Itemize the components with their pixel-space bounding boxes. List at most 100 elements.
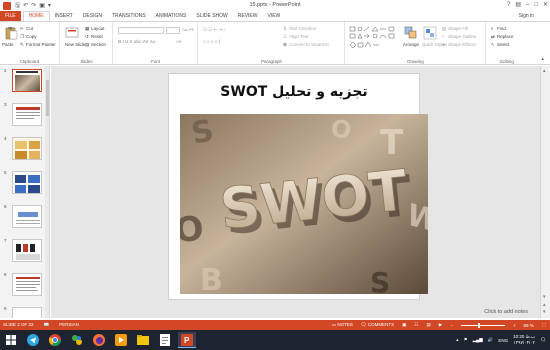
notes-placeholder[interactable]: Click to add notes [484,309,528,315]
language-indicator[interactable]: PERSIAN [59,322,79,328]
thumbnail-slide-6[interactable]: 6 [2,204,46,232]
paste-icon[interactable] [4,26,18,40]
tab-slide-show[interactable]: SLIDE SHOW [191,11,232,21]
thumbnail-slide-8[interactable]: 8 [2,272,46,300]
quick-styles-icon[interactable] [423,26,437,40]
tab-insert[interactable]: INSERT [50,11,78,21]
thumbnail-slide-5[interactable]: 5 [2,170,46,198]
minimize-icon[interactable]: – [526,0,529,10]
cut-button[interactable]: ✂ Cut [20,26,33,31]
flag-icon[interactable]: ⚑ [464,337,468,343]
ribbon-display-icon[interactable]: ▤ [515,0,521,10]
thumbnail-slide-9[interactable]: 9 [2,306,46,318]
chrome-taskbar-icon[interactable] [46,332,64,348]
close-icon[interactable]: ✕ [543,0,548,10]
network-icon[interactable]: ▂▄▆ [473,337,483,343]
list-buttons[interactable]: ☰ ☱ ⇤ ⇥ ↕ [203,27,226,33]
thumbnail-slide-3[interactable]: 3 [2,102,46,130]
current-slide[interactable]: تجزیه و تحلیل SWOT S T O W O B S SWOT SW… [168,73,428,300]
reading-view-icon[interactable]: ▤ [426,322,430,328]
font-style-buttons[interactable]: B I U S abc AV Aa [118,39,155,44]
start-from-beginning-icon[interactable]: ▣ [39,2,45,10]
volume-icon[interactable]: 🔊 [488,337,494,343]
zoom-out-icon[interactable]: − [450,323,453,328]
comments-button[interactable]: 🗨 COMMENTS [361,322,394,328]
replace-button[interactable]: ⇄ Replace [491,34,514,39]
convert-smartart-button[interactable]: ⬢ Convert to SmartArt [283,42,329,47]
undo-icon[interactable]: ↶ [23,2,28,10]
save-icon[interactable]: 🖫 [15,2,20,10]
editing-scrollbar[interactable]: ▴ ▾ ▴ ▾ [540,66,550,318]
tab-home[interactable]: HOME [22,11,50,21]
start-button[interactable] [2,332,20,348]
tray-arrow-icon[interactable]: ▴ [456,337,458,343]
telegram-taskbar-icon[interactable] [24,332,42,348]
notes-button[interactable]: ▭ NOTES [332,322,353,328]
file-explorer-taskbar-icon[interactable] [134,332,152,348]
spellcheck-icon[interactable]: 📖 [44,322,50,328]
copy-button[interactable]: ❐ Copy [20,34,37,39]
zoom-in-icon[interactable]: + [513,323,516,328]
align-text-button[interactable]: ☰ Align Text [283,34,308,39]
thumbnails-scrollbar[interactable] [45,66,49,318]
section-button[interactable]: ▤ Section [85,42,106,47]
customize-qat-icon[interactable]: ▾ [48,2,51,10]
arrange-icon[interactable] [404,26,418,40]
powerpoint-app-icon[interactable] [3,1,11,10]
language-bar[interactable]: ENG [498,338,508,343]
collapse-ribbon-icon[interactable]: ▴ [541,56,544,62]
next-slide-icon[interactable]: ▾ [543,309,546,315]
normal-view-icon[interactable]: ▣ [402,322,406,328]
shape-outline-button[interactable]: □ Shape Outline [442,34,477,39]
word-doc-taskbar-icon[interactable] [156,332,174,348]
new-slide-icon[interactable] [65,26,79,40]
powerpoint-taskbar-icon[interactable]: P [178,332,196,348]
scrollbar-thumb[interactable] [45,80,49,116]
tab-review[interactable]: REVIEW [233,11,263,21]
previous-slide-icon[interactable]: ▴ [543,302,546,308]
zoom-level[interactable]: 69 % [523,323,533,328]
clock[interactable]: 10:20 ب.ظ ۱۳۹۷/۰۴/۰۲ [513,334,535,346]
reset-button[interactable]: ↺ Reset [85,34,103,39]
scroll-down-icon[interactable]: ▾ [543,294,546,300]
help-icon[interactable]: ? [507,0,510,10]
font-color-button[interactable]: A▾ [176,39,181,45]
shape-effects-button[interactable]: ◈ Shape Effects [442,42,476,47]
slide-sorter-icon[interactable]: ☷ [414,322,418,328]
tab-file[interactable]: FILE [0,11,21,21]
shape-fill-button[interactable]: ▧ Shape Fill [442,26,468,31]
network-app-taskbar-icon[interactable] [68,332,86,348]
text-direction-button[interactable]: ⇅ Text Direction [283,26,316,31]
align-buttons[interactable]: ≡ ≡ ≡ ≡ ‖ [203,39,220,44]
zoom-slider[interactable] [460,322,505,328]
fit-slide-icon[interactable]: ⬚ [542,322,546,328]
tab-transitions[interactable]: TRANSITIONS [107,11,151,21]
slide-show-icon[interactable]: ▶ [439,322,442,328]
font-name-dropdown[interactable] [118,27,164,34]
format-painter-button[interactable]: ✎ Format Painter [20,42,56,47]
media-player-taskbar-icon[interactable] [112,332,130,348]
tab-animations[interactable]: ANIMATIONS [151,11,192,21]
new-slide-button[interactable]: New Slide [65,42,85,47]
font-size-dropdown[interactable] [166,27,180,34]
maximize-icon[interactable]: □ [534,0,538,10]
thumbnail-slide-7[interactable]: 7 [2,238,46,266]
select-button[interactable]: ↖ Select [491,42,510,47]
arrange-button[interactable]: Arrange [403,42,419,47]
firefox-taskbar-icon[interactable] [90,332,108,348]
redo-icon[interactable]: ↷ [31,2,36,10]
thumbnail-slide-2[interactable]: 2 [2,68,46,96]
zoom-slider-knob[interactable] [477,322,480,328]
layout-button[interactable]: ▦ Layout [85,26,105,31]
scroll-up-icon[interactable]: ▴ [543,68,546,74]
shapes-gallery[interactable] [349,26,401,50]
paste-button[interactable]: Paste [2,42,14,47]
notifications-icon[interactable]: 🗨 [540,337,546,343]
tab-design[interactable]: DESIGN [78,11,107,21]
thumbnail-slide-4[interactable]: 4 [2,136,46,164]
slide-title[interactable]: تجزیه و تحلیل SWOT [169,84,419,100]
find-button[interactable]: ⌕ Find [491,26,506,31]
font-size-buttons[interactable]: A▴ A▾ [182,27,194,33]
tab-view[interactable]: VIEW [263,11,286,21]
sign-in-link[interactable]: Sign in [519,11,534,21]
